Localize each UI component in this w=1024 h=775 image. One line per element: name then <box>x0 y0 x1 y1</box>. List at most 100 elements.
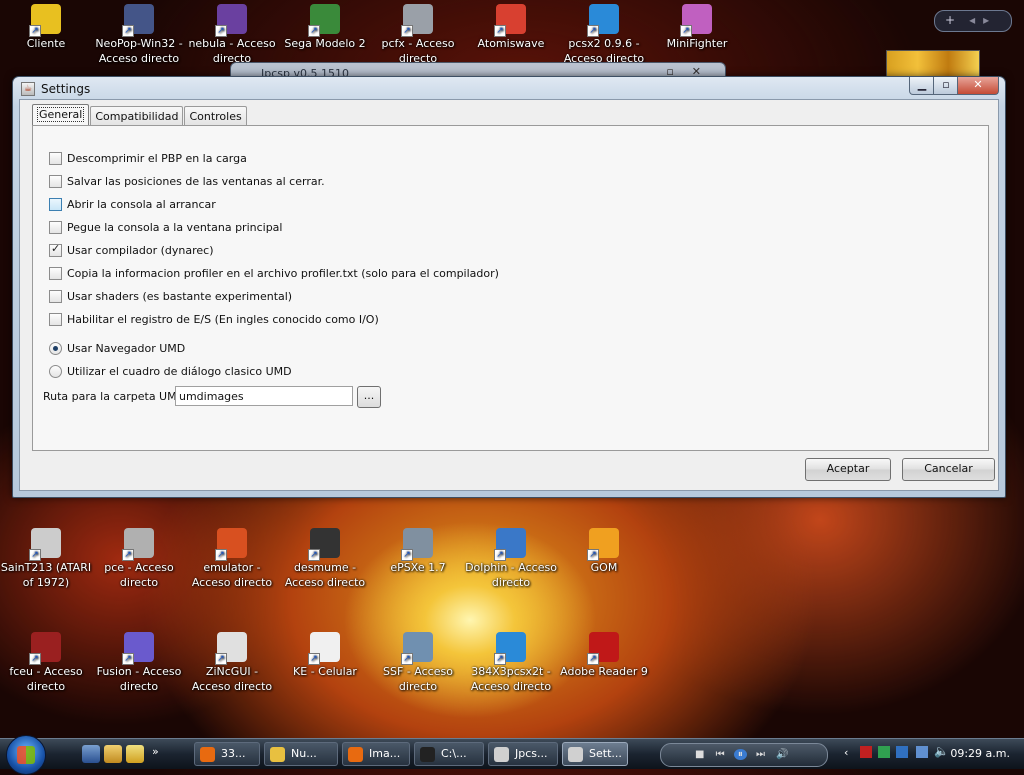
taskbar-button[interactable]: Sett... <box>562 742 628 766</box>
desktop-icon[interactable]: Adobe Reader 9 <box>558 632 650 679</box>
taskbar-app-icon <box>200 747 215 762</box>
chevron-right-icon[interactable]: » <box>152 745 166 763</box>
tray-chevron-icon[interactable]: ‹ <box>844 746 848 759</box>
taskbar-app-icon <box>348 747 363 762</box>
checkbox-box[interactable] <box>49 266 62 280</box>
desktop-icon[interactable]: ZiNcGUI - Acceso directo <box>186 632 278 694</box>
program-icon <box>122 528 154 561</box>
checkbox-usar-shaders[interactable]: Usar shaders (es bastante experimental) <box>49 288 292 304</box>
java-icon: ☕ <box>21 82 35 96</box>
minimize-button[interactable]: ▁ <box>909 77 935 95</box>
tab-controles[interactable]: Controles <box>184 106 247 126</box>
checkbox-pegue-consola[interactable]: Pegue la consola a la ventana principal <box>49 219 282 235</box>
umd-path-input[interactable] <box>175 386 353 406</box>
desktop-icon[interactable]: Atomiswave <box>465 4 557 51</box>
checkbox-box[interactable] <box>49 312 62 326</box>
desktop-icon[interactable]: Sega Modelo 2 <box>279 4 371 51</box>
arrow-left-icon[interactable]: ◂ <box>969 13 975 27</box>
radio-usar-navegador-umd[interactable]: Usar Navegador UMD <box>49 340 185 356</box>
browse-button[interactable]: ... <box>357 386 381 408</box>
desktop-icon[interactable]: desmume - Acceso directo <box>279 528 371 590</box>
previous-icon[interactable]: ⏮ <box>716 749 725 760</box>
explorer-icon[interactable] <box>104 745 122 763</box>
desktop-icon[interactable]: pcsx2 0.9.6 - Acceso directo <box>558 4 650 66</box>
desktop-icon[interactable]: NeoPop-Win32 - Acceso directo <box>93 4 185 66</box>
show-desktop-icon[interactable] <box>82 745 100 763</box>
desktop-icon[interactable]: Dolphin - Acceso directo <box>465 528 557 590</box>
general-panel: Descomprimir el PBP en la carga Salvar l… <box>32 125 989 451</box>
umd-path-label: Ruta para la carpeta UMD <box>43 390 186 403</box>
stop-icon[interactable]: ■ <box>695 749 704 760</box>
clock[interactable]: 09:29 a.m. <box>950 747 1010 760</box>
taskbar-button[interactable]: C:\... <box>414 742 484 766</box>
antivirus-icon[interactable] <box>860 746 872 758</box>
checkbox-usar-compilador[interactable]: Usar compilador (dynarec) <box>49 242 214 258</box>
radio-cuadro-clasico-umd[interactable]: Utilizar el cuadro de diálogo clasico UM… <box>49 363 292 379</box>
network-icon[interactable] <box>878 746 890 758</box>
program-icon <box>308 4 340 37</box>
checkbox-box[interactable] <box>49 197 62 211</box>
next-icon[interactable]: ⏭ <box>756 749 765 760</box>
checkbox-box[interactable] <box>49 242 62 257</box>
desktop-icon-label: Fusion - Acceso directo <box>96 665 182 693</box>
desktop-icon-label: SainT213 (ATARI of 1972) <box>0 561 92 589</box>
desktop-icon-label: GOM <box>590 561 618 574</box>
desktop-icon[interactable]: 384X3pcsx2t - Acceso directo <box>465 632 557 694</box>
taskbar-button[interactable]: Jpcs... <box>488 742 558 766</box>
quicklaunch-icon[interactable] <box>126 745 144 763</box>
program-icon <box>29 4 61 37</box>
tab-compatibilidad[interactable]: Compatibilidad <box>90 106 184 126</box>
close-button[interactable]: ✕ <box>957 77 999 95</box>
users-icon[interactable] <box>896 746 908 758</box>
arrow-right-icon[interactable]: ▸ <box>983 13 989 27</box>
radio-circle[interactable] <box>49 341 62 355</box>
radio-circle[interactable] <box>49 364 62 378</box>
program-icon <box>29 528 61 561</box>
desktop-icon[interactable]: pcfx - Acceso directo <box>372 4 464 66</box>
checkbox-box[interactable] <box>49 289 62 303</box>
program-icon <box>494 4 526 37</box>
desktop-icon[interactable]: GOM <box>558 528 650 575</box>
checkbox-copia-profiler[interactable]: Copia la informacion profiler en el arch… <box>49 265 499 281</box>
taskbar-button-label: Ima... <box>369 747 401 760</box>
program-icon <box>215 632 247 665</box>
program-icon <box>494 632 526 665</box>
desktop-icon[interactable]: KE - Celular <box>279 632 371 679</box>
desktop-icon[interactable]: fceu - Acceso directo <box>0 632 92 694</box>
plus-icon[interactable]: + <box>945 13 955 27</box>
sidebar-gadget-control[interactable]: + ◂ ▸ <box>934 10 1012 32</box>
desktop-icon[interactable]: pce - Acceso directo <box>93 528 185 590</box>
aceptar-button[interactable]: Aceptar <box>805 458 891 481</box>
desktop-icon-label: desmume - Acceso directo <box>284 561 366 589</box>
desktop-icon[interactable]: MiniFighter <box>651 4 743 51</box>
tab-compatibilidad-label: Compatibilidad <box>95 110 179 123</box>
checkbox-box[interactable] <box>49 174 62 188</box>
desktop-icon[interactable]: Fusion - Acceso directo <box>93 632 185 694</box>
checkbox-salvar-posiciones[interactable]: Salvar las posiciones de las ventanas al… <box>49 173 325 189</box>
desktop-icon[interactable]: Cliente <box>0 4 92 51</box>
taskbar: » 33... Nu... Ima... C:\... Jpcs... Sett... ■… <box>0 735 1024 775</box>
display-icon[interactable] <box>916 746 928 758</box>
volume-icon[interactable]: 🔊 <box>776 749 788 760</box>
desktop-icon[interactable]: SainT213 (ATARI of 1972) <box>0 528 92 590</box>
desktop-icon[interactable]: ePSXe 1.7 <box>372 528 464 575</box>
taskbar-button[interactable]: 33... <box>194 742 260 766</box>
pause-icon[interactable]: ⏸ <box>733 749 747 760</box>
start-button[interactable] <box>6 735 46 775</box>
speaker-icon[interactable]: 🔈 <box>934 744 949 758</box>
checkbox-abrir-consola[interactable]: Abrir la consola al arrancar <box>49 196 216 212</box>
checkbox-registro-es[interactable]: Habilitar el registro de E/S (En ingles … <box>49 311 379 327</box>
maximize-button[interactable]: ▫ <box>933 77 959 95</box>
title-bar[interactable]: ☕ Settings ▁ ▫ ✕ <box>13 77 1005 99</box>
media-controls[interactable]: ■ ⏮ ⏸ ⏭ 🔊 <box>660 743 828 767</box>
tab-general[interactable]: General <box>32 104 90 126</box>
checkbox-box[interactable] <box>49 220 62 234</box>
taskbar-button[interactable]: Nu... <box>264 742 338 766</box>
taskbar-button[interactable]: Ima... <box>342 742 410 766</box>
checkbox-box[interactable] <box>49 151 62 165</box>
cancelar-button[interactable]: Cancelar <box>902 458 995 481</box>
checkbox-descomprimir-pbp[interactable]: Descomprimir el PBP en la carga <box>49 150 247 166</box>
desktop-icon[interactable]: SSF - Acceso directo <box>372 632 464 694</box>
desktop-icon[interactable]: nebula - Acceso directo <box>186 4 278 66</box>
desktop-icon[interactable]: emulator - Acceso directo <box>186 528 278 590</box>
